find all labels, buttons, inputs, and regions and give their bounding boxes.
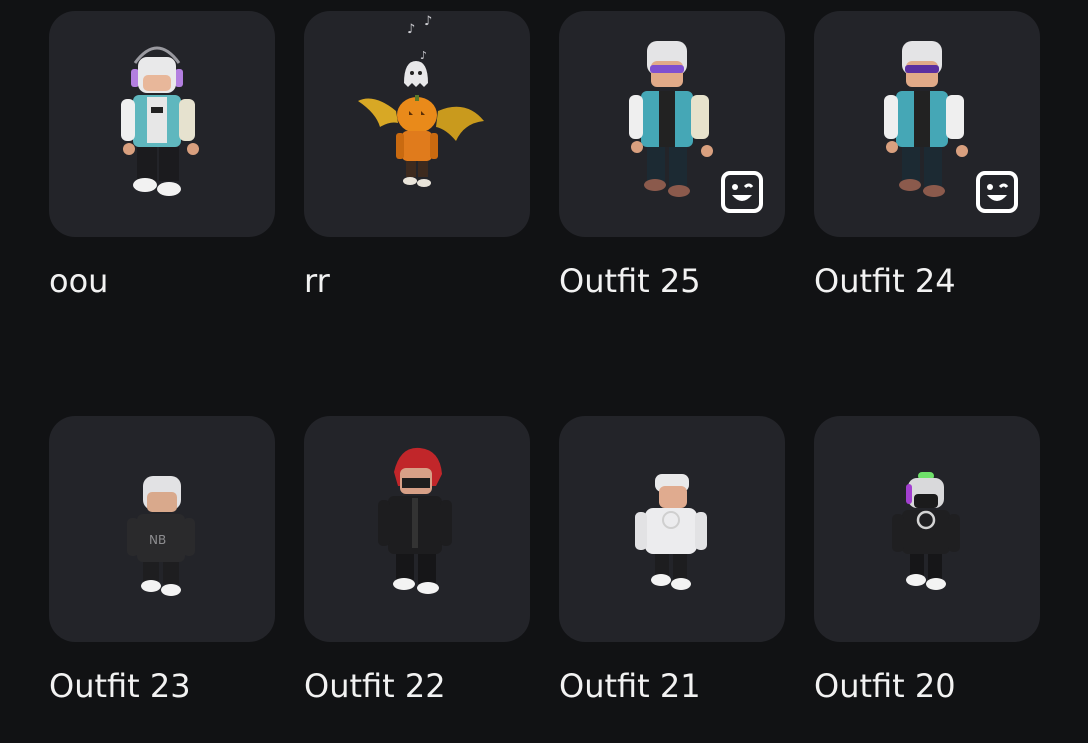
avatar-hoodie-icon: NB xyxy=(127,476,195,596)
outfit-thumbnail[interactable] xyxy=(49,11,275,237)
outfit-name: rr xyxy=(304,262,330,300)
svg-text:NB: NB xyxy=(149,533,166,547)
outfit-name: Outfit 23 xyxy=(49,667,191,705)
avatar-white-cap-icon xyxy=(635,474,707,590)
outfit-card[interactable]: NB Outfit 23 xyxy=(49,416,275,705)
outfit-name: oou xyxy=(49,262,109,300)
outfit-thumbnail[interactable] xyxy=(559,11,785,237)
outfit-name: Outfit 25 xyxy=(559,262,701,300)
outfit-thumbnail[interactable] xyxy=(814,11,1040,237)
outfit-card[interactable]: Outfit 24 xyxy=(814,11,1040,300)
outfit-card[interactable]: Outfit 21 xyxy=(559,416,785,705)
outfit-name: Outfit 20 xyxy=(814,667,956,705)
avatar-pumpkin-wings-icon: ♪ ♪ ♪ xyxy=(358,14,484,187)
outfit-card[interactable]: Outfit 22 xyxy=(304,416,530,705)
smiley-face-icon xyxy=(721,171,763,213)
outfit-thumbnail[interactable] xyxy=(559,416,785,642)
outfit-card[interactable]: ♪ ♪ ♪ rr xyxy=(304,11,530,300)
outfit-name: Outfit 24 xyxy=(814,262,956,300)
svg-text:♪: ♪ xyxy=(407,22,415,37)
outfit-thumbnail[interactable]: ♪ ♪ ♪ xyxy=(304,11,530,237)
outfit-card[interactable]: Outfit 20 xyxy=(814,416,1040,705)
avatar-headphones-icon xyxy=(121,46,199,196)
outfit-name: Outfit 21 xyxy=(559,667,701,705)
svg-text:♪: ♪ xyxy=(420,49,427,62)
outfit-card[interactable]: oou xyxy=(49,11,275,300)
outfit-thumbnail[interactable] xyxy=(304,416,530,642)
smiley-face-icon xyxy=(976,171,1018,213)
outfit-grid: oou ♪ ♪ ♪ rr Outfit 25 Outfit 24 NB Outf… xyxy=(0,0,1088,743)
svg-text:♪: ♪ xyxy=(424,14,432,29)
outfit-card[interactable]: Outfit 25 xyxy=(559,11,785,300)
avatar-green-hair-icon xyxy=(892,472,960,590)
outfit-name: Outfit 22 xyxy=(304,667,446,705)
avatar-red-hair-icon xyxy=(378,447,452,594)
outfit-thumbnail[interactable]: NB xyxy=(49,416,275,642)
outfit-thumbnail[interactable] xyxy=(814,416,1040,642)
